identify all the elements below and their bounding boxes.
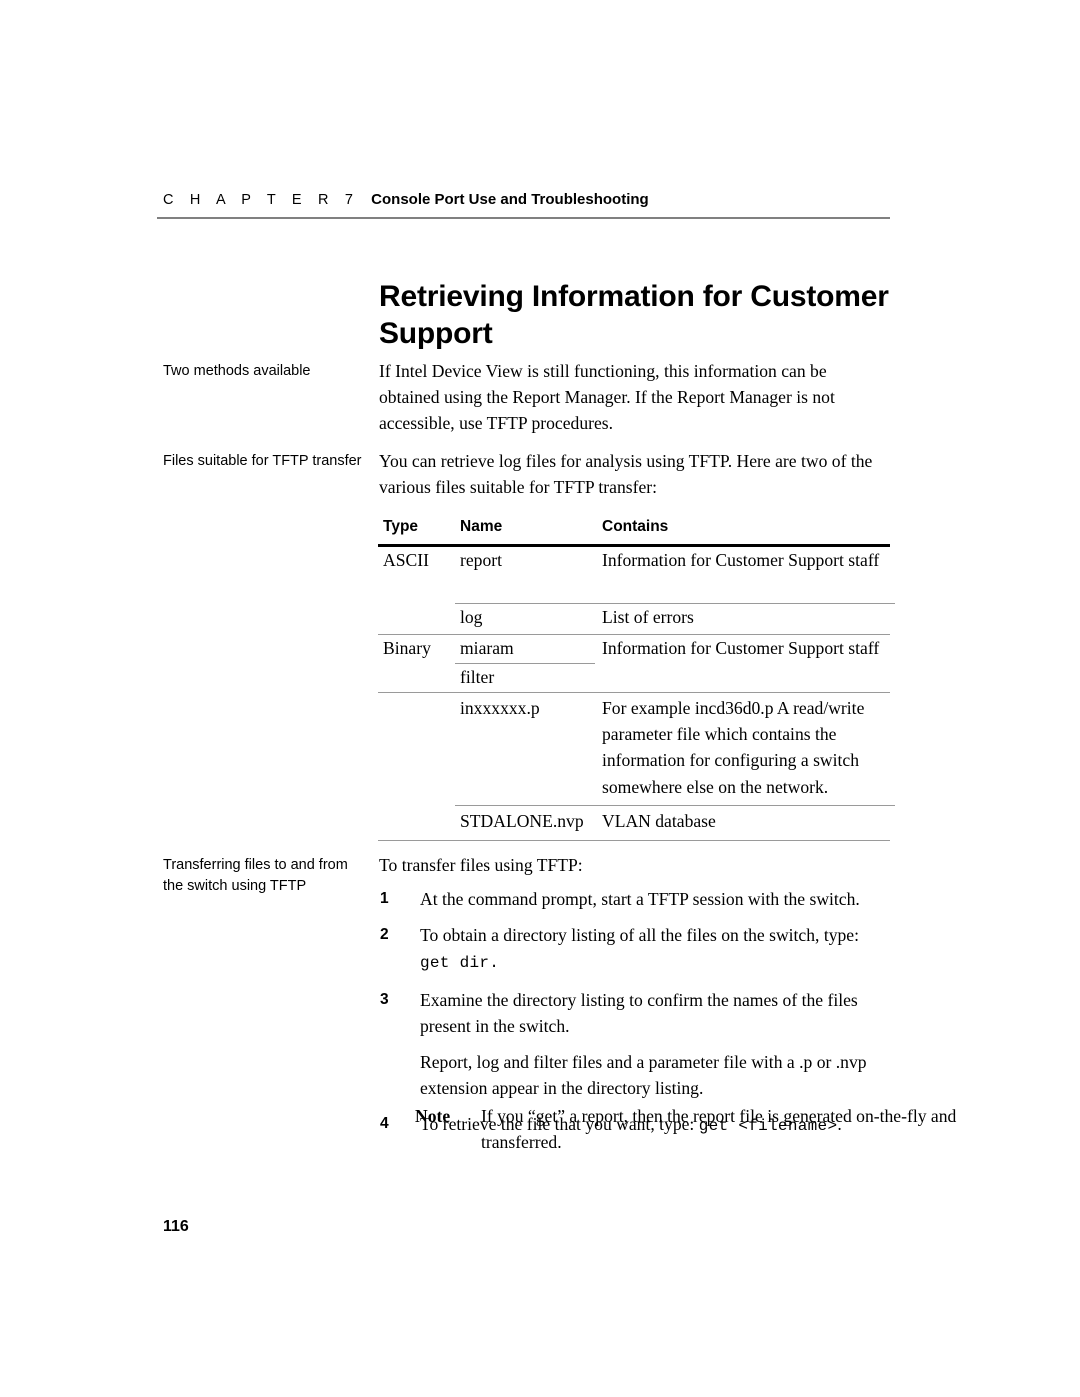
column-header-type: Type (383, 518, 419, 535)
column-header-contains: Contains (602, 518, 669, 535)
cell-name: inxxxxxx.p (460, 698, 540, 718)
table-header-row: Type Name Contains (378, 518, 890, 544)
column-header-name: Name (460, 518, 503, 535)
note-block: Note If you “get” a report, then the rep… (415, 1103, 959, 1155)
cell-contains: Information for Customer Support staff (602, 638, 880, 658)
table-row: log List of errors (378, 604, 890, 634)
cell-name: report (460, 550, 503, 570)
cell-contains: For example incd36d0.p A read/write para… (602, 698, 865, 797)
file-types-table: Type Name Contains ASCII report Informat… (378, 518, 895, 859)
header-divider (157, 217, 890, 219)
step-item: 2 To obtain a directory listing of all t… (379, 922, 891, 976)
margin-note-transferring-files: Transferring files to and from the switc… (163, 857, 348, 894)
cell-contains: List of errors (602, 607, 694, 627)
paragraph-to-transfer: To transfer files using TFTP: (379, 855, 583, 875)
page-number: 116 (163, 1218, 189, 1235)
table-row: filter (378, 664, 890, 690)
cell-name: filter (460, 667, 495, 687)
table-row: inxxxxxx.p For example incd36d0.p A read… (378, 695, 890, 803)
step-number: 4 (380, 1115, 389, 1133)
cell-name: log (460, 607, 483, 627)
step-text: To obtain a directory listing of all the… (420, 925, 860, 946)
step-number: 3 (380, 990, 389, 1008)
chapter-header: C H A P T E R 7 Console Port Use and Trou… (163, 191, 893, 209)
step-text: At the command prompt, start a TFTP sess… (420, 889, 860, 909)
step-text: Examine the directory listing to confirm… (420, 989, 858, 1036)
cell-type: ASCII (383, 550, 429, 570)
step-item: 1 At the command prompt, start a TFTP se… (379, 886, 891, 912)
note-label: Note (415, 1106, 451, 1126)
cell-type: Binary (383, 638, 431, 658)
step-continuation-text: Report, log and filter files and a param… (420, 1052, 867, 1099)
step-number: 2 (380, 926, 389, 944)
note-text: If you “get” a report, then the report f… (481, 1106, 957, 1153)
step-number: 1 (380, 890, 389, 907)
step-code: get dir. (420, 954, 500, 973)
table-row: ASCII report Information for Customer Su… (378, 547, 890, 603)
chapter-label: C H A P T E R 7 (163, 192, 360, 208)
paragraph-files-suitable: You can retrieve log files for analysis … (379, 451, 873, 498)
paragraph-two-methods: If Intel Device View is still functionin… (379, 361, 835, 434)
page-title: Retrieving Information for Customer Supp… (379, 280, 889, 351)
cell-name: miaram (460, 638, 514, 658)
document-page: C H A P T E R 7 Console Port Use and Trou… (0, 0, 1080, 1397)
margin-note-two-methods: Two methods available (163, 363, 311, 379)
table-row-divider (455, 805, 895, 806)
chapter-title: Console Port Use and Troubleshooting (371, 191, 649, 208)
step-item: 3 Examine the directory listing to confi… (379, 987, 891, 1039)
cell-contains: VLAN database (602, 811, 716, 831)
table-row: STDALONE.nvp VLAN database (378, 808, 890, 838)
cell-name: STDALONE.nvp (460, 811, 584, 831)
table-bottom-rule (378, 840, 890, 841)
cell-contains: Information for Customer Support staff (602, 550, 880, 570)
margin-note-files-suitable: Files suitable for TFTP transfer (163, 453, 362, 469)
table-row-divider (378, 692, 890, 693)
